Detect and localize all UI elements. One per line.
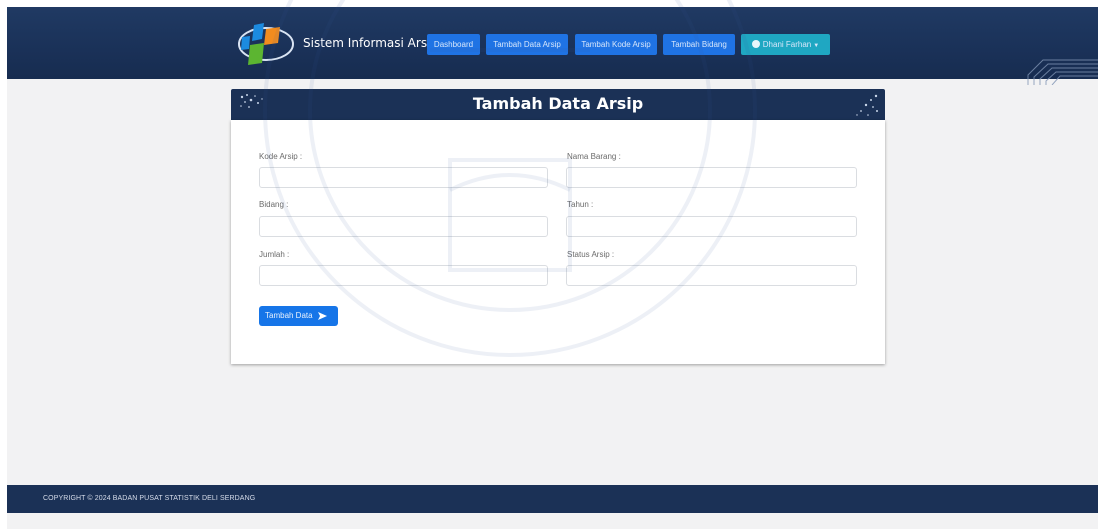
nav-tambah-data-arsip-button[interactable]: Tambah Data Arsip bbox=[486, 34, 568, 55]
user-name: Dhani Farhan bbox=[762, 40, 812, 49]
nama-barang-label: Nama Barang : bbox=[567, 152, 621, 161]
bidang-label: Bidang : bbox=[259, 200, 289, 209]
kode-arsip-input[interactable] bbox=[259, 167, 548, 188]
nama-barang-input[interactable] bbox=[566, 167, 857, 188]
nav-tambah-bidang-button[interactable]: Tambah Bidang bbox=[663, 34, 735, 55]
footer: COPYRIGHT © 2024 BADAN PUSAT STATISTIK D… bbox=[7, 485, 1098, 513]
chevron-down-icon: ▼ bbox=[813, 43, 820, 49]
user-circle-icon bbox=[751, 40, 760, 48]
bidang-input[interactable] bbox=[259, 216, 548, 237]
form-card-header: Tambah Data Arsip bbox=[231, 89, 885, 120]
tambah-data-button[interactable]: Tambah Data bbox=[259, 306, 338, 326]
sparkle-decoration-icon bbox=[856, 94, 878, 116]
paper-plane-icon bbox=[317, 312, 327, 320]
bps-logo-icon bbox=[238, 23, 294, 65]
jumlah-input[interactable] bbox=[259, 265, 548, 286]
tahun-input[interactable] bbox=[566, 216, 857, 237]
status-arsip-input[interactable] bbox=[566, 265, 857, 286]
nav-dashboard-button[interactable]: Dashboard bbox=[427, 34, 480, 55]
circuit-decoration bbox=[1027, 59, 1098, 85]
form-card bbox=[231, 120, 885, 364]
nav-tambah-kode-arsip-button[interactable]: Tambah Kode Arsip bbox=[575, 34, 657, 55]
status-arsip-label: Status Arsip : bbox=[567, 250, 615, 259]
jumlah-label: Jumlah : bbox=[259, 250, 290, 259]
brand-title[interactable]: Sistem Informasi Arsip bbox=[303, 36, 438, 50]
form-title: Tambah Data Arsip bbox=[472, 94, 644, 113]
kode-arsip-label: Kode Arsip : bbox=[259, 152, 303, 161]
submit-label: Tambah Data bbox=[265, 311, 313, 320]
tahun-label: Tahun : bbox=[567, 200, 594, 209]
user-dropdown-button[interactable]: Dhani Farhan ▼ bbox=[741, 34, 830, 55]
copyright-text: COPYRIGHT © 2024 BADAN PUSAT STATISTIK D… bbox=[43, 495, 256, 502]
